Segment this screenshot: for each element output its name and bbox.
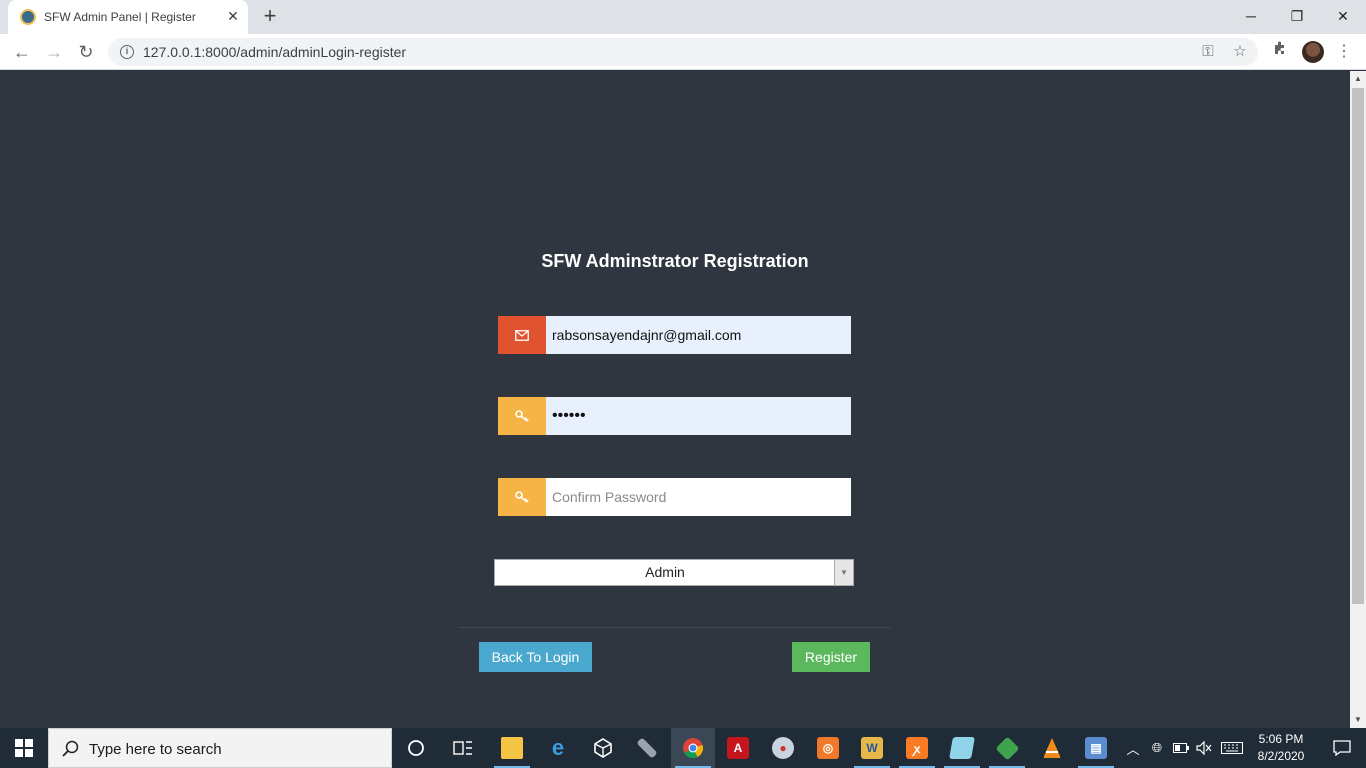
file-explorer-icon[interactable] [490, 728, 534, 768]
page-title: SFW Adminstrator Registration [541, 251, 809, 271]
tab-close-icon[interactable]: ✕ [224, 7, 242, 25]
role-select[interactable]: Admin ▼ [494, 559, 854, 586]
notification-center-icon[interactable] [1318, 728, 1366, 768]
clock-time: 5:06 PM [1258, 732, 1304, 746]
taskbar-search-placeholder[interactable]: Type here to search [89, 741, 222, 758]
search-icon [61, 739, 81, 759]
register-button[interactable]: Register [792, 642, 870, 672]
scroll-thumb[interactable] [1352, 88, 1364, 604]
taskbar-clock[interactable]: 5:06 PM 8/2/2020 [1248, 731, 1314, 765]
password-input[interactable] [546, 397, 851, 435]
extensions-puzzle-icon[interactable] [1268, 40, 1292, 64]
windows-start-icon[interactable] [0, 728, 48, 768]
address-bar[interactable]: i 127.0.0.1:8000/admin/adminLogin-regist… [108, 38, 1258, 66]
bookmark-star-icon[interactable]: ☆ [1230, 42, 1250, 62]
browser-toolbar: ← → ↻ i 127.0.0.1:8000/admin/adminLogin-… [0, 34, 1366, 70]
edge-icon[interactable]: e [536, 728, 580, 768]
new-tab-button[interactable]: + [258, 5, 282, 29]
form-divider [459, 627, 891, 628]
chevron-down-icon[interactable]: ▼ [834, 560, 853, 585]
cortana-icon[interactable] [394, 728, 438, 768]
key-icon [498, 397, 546, 435]
email-input[interactable] [546, 316, 851, 354]
vlc-icon[interactable] [1030, 728, 1074, 768]
git-icon[interactable] [985, 728, 1029, 768]
site-info-icon[interactable]: i [120, 45, 134, 59]
xampp-icon[interactable]: ꭗ [895, 728, 939, 768]
volume-muted-icon[interactable] [1194, 728, 1214, 768]
unity-icon[interactable] [581, 728, 625, 768]
paint-icon[interactable]: ● [761, 728, 805, 768]
browser-tab[interactable]: SFW Admin Panel | Register ✕ [8, 0, 248, 34]
tray-overflow-chevron-icon[interactable]: ︿ [1124, 728, 1142, 768]
network-globe-icon[interactable]: 🌐︎ [1147, 728, 1167, 768]
chrome-icon[interactable] [671, 728, 715, 768]
task-view-icon[interactable] [441, 728, 485, 768]
word-icon[interactable]: W [850, 728, 894, 768]
battery-icon[interactable] [1171, 728, 1191, 768]
back-to-login-button[interactable]: Back To Login [479, 642, 592, 672]
key-icon[interactable]: ⚿ [1198, 42, 1218, 62]
tab-title: SFW Admin Panel | Register [44, 10, 196, 24]
role-selected-value[interactable]: Admin [495, 560, 835, 585]
email-field [498, 316, 851, 354]
reload-icon[interactable]: ↻ [74, 40, 98, 64]
back-icon[interactable]: ← [10, 40, 34, 64]
scroll-down-icon[interactable]: ▼ [1350, 712, 1366, 728]
usb-drive-icon[interactable] [625, 728, 669, 768]
envelope-icon [498, 316, 546, 354]
forward-icon[interactable]: → [42, 40, 66, 64]
page-viewport: SFW Adminstrator Registration Admin ▼ Ba… [0, 71, 1350, 728]
password-field [498, 397, 851, 435]
clock-date: 8/2/2020 [1257, 749, 1305, 763]
page-scrollbar[interactable]: ▲ ▼ [1350, 71, 1366, 728]
keyboard-icon[interactable] [1219, 728, 1245, 768]
minimize-button[interactable]: ─ [1236, 4, 1266, 28]
acrobat-icon[interactable]: A [716, 728, 760, 768]
close-window-button[interactable]: ✕ [1328, 4, 1358, 28]
key-icon [498, 478, 546, 516]
taskbar: Type here to search e A ● ◎ W ꭗ ▤ ︿ 🌐︎ 5… [0, 728, 1366, 768]
url-text[interactable]: 127.0.0.1:8000/admin/adminLogin-register [143, 44, 406, 60]
confirm-password-field [498, 478, 851, 516]
control-panel-icon[interactable]: ▤ [1074, 728, 1118, 768]
taskbar-search-box[interactable]: Type here to search [48, 728, 392, 768]
maximize-button[interactable]: ❐ [1282, 4, 1312, 28]
notebook-app-icon[interactable] [940, 728, 984, 768]
scroll-up-icon[interactable]: ▲ [1350, 71, 1366, 87]
site-favicon-icon [20, 9, 36, 25]
browser-tab-strip: SFW Admin Panel | Register ✕ + ─ ❐ ✕ [0, 0, 1366, 34]
browser-menu-icon[interactable]: ⋮ [1336, 40, 1352, 64]
screen-recorder-icon[interactable]: ◎ [806, 728, 850, 768]
profile-avatar[interactable] [1302, 41, 1324, 63]
confirm-password-input[interactable] [546, 478, 851, 516]
